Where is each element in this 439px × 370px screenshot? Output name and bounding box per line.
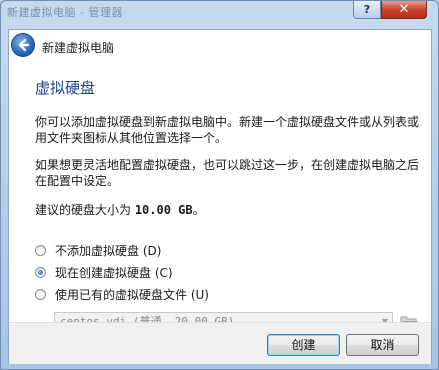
recommended-size-value: 10.00 GB: [134, 203, 193, 217]
title-bar[interactable]: 新建虚拟电脑 - 管理器 ? ✕: [1, 1, 438, 23]
create-button[interactable]: 创建: [267, 334, 340, 356]
window-title: 新建虚拟电脑 - 管理器: [7, 6, 123, 19]
radio-label: 现在创建虚拟硬盘 (C): [55, 265, 173, 280]
radio-label: 不添加虚拟硬盘 (D): [55, 243, 162, 258]
description-paragraph-2: 如果想更灵活地配置虚拟硬盘，也可以跳过这一步，在创建虚拟电脑之后在配置中设定。: [35, 158, 420, 188]
page-title: 虚拟硬盘: [35, 79, 96, 97]
wizard-content: 虚拟硬盘 你可以添加虚拟硬盘到新虚拟电脑中。新建一个虚拟硬盘文件或从列表或用文件…: [9, 64, 431, 332]
dialog-client: 新建虚拟电脑 虚拟硬盘 你可以添加虚拟硬盘到新虚拟电脑中。新建一个虚拟硬盘文件或…: [8, 29, 432, 364]
radio-button-checked[interactable]: [35, 266, 46, 278]
radio-create-disk[interactable]: 现在创建虚拟硬盘 (C): [35, 264, 173, 280]
button-bar: 创建 取消: [9, 322, 431, 364]
radio-button[interactable]: [35, 288, 46, 300]
cancel-button[interactable]: 取消: [346, 334, 419, 356]
close-button[interactable]: ✕: [381, 1, 427, 19]
dialog-window: 新建虚拟电脑 - 管理器 ? ✕ 新建虚拟电脑 虚拟硬盘 你可以添加虚拟硬盘到新…: [0, 0, 439, 370]
wizard-title: 新建虚拟电脑: [42, 41, 115, 55]
recommended-size-text: 建议的硬盘大小为 10.00 GB。: [35, 202, 430, 218]
radio-no-disk[interactable]: 不添加虚拟硬盘 (D): [35, 242, 161, 258]
back-arrow-icon[interactable]: [11, 33, 35, 57]
recommended-size-suffix: 。: [192, 203, 205, 217]
radio-use-existing[interactable]: 使用已有的虚拟硬盘文件 (U): [35, 286, 209, 302]
help-button[interactable]: ?: [353, 1, 381, 19]
recommended-size-prefix: 建议的硬盘大小为: [35, 203, 135, 217]
back-arrow-glyph: [18, 38, 30, 52]
description-paragraph-1: 你可以添加虚拟硬盘到新虚拟电脑中。新建一个虚拟硬盘文件或从列表或用文件夹图标从其…: [35, 115, 420, 145]
radio-button[interactable]: [35, 244, 46, 256]
radio-label: 使用已有的虚拟硬盘文件 (U): [55, 287, 209, 302]
wizard-header: 新建虚拟电脑: [9, 30, 431, 64]
